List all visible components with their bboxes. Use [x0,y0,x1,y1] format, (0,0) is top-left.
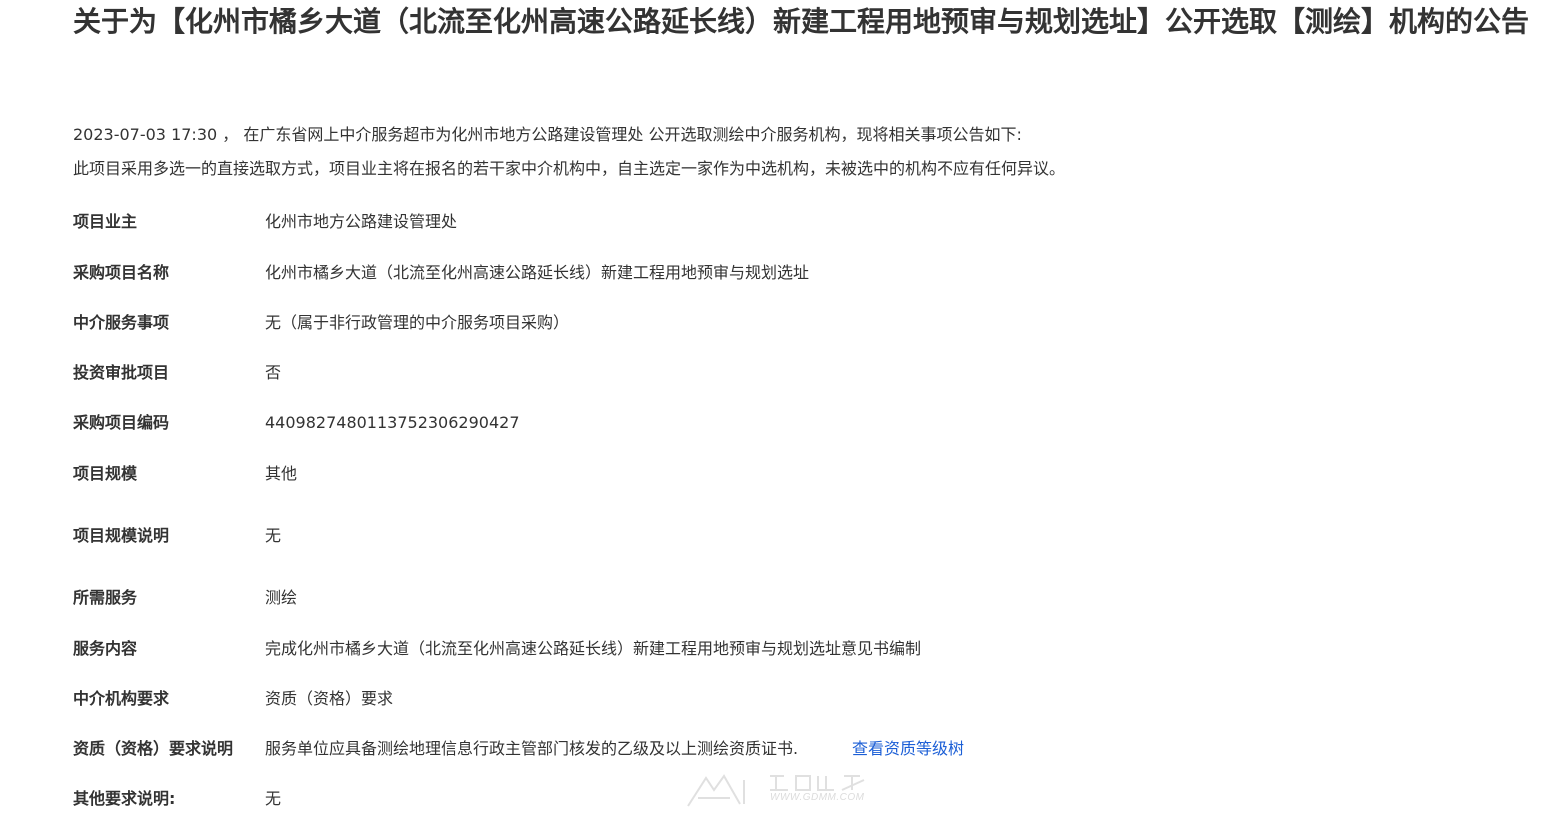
watermark-text: WWW.GDMM.COM [770,792,865,803]
detail-label: 项目业主 [73,212,138,231]
detail-value: 无（属于非行政管理的中介服务项目采购） [265,313,570,332]
detail-value: 无 [265,526,282,545]
watermark-logo-icon [687,774,865,807]
detail-label: 采购项目编码 [73,413,170,432]
detail-value: 化州市地方公路建设管理处 [265,212,458,231]
detail-value: 无 [265,789,282,808]
detail-label: 所需服务 [73,588,138,607]
detail-label: 项目规模 [73,464,138,483]
detail-label: 中介服务事项 [73,313,170,332]
intro-line-selection-method: 此项目采用多选一的直接选取方式，项目业主将在报名的若干家中介机构中，自主选定一家… [73,159,1066,178]
page-title: 关于为【化州市橘乡大道（北流至化州高速公路延长线）新建工程用地预审与规划选址】公… [73,5,1530,38]
detail-label: 采购项目名称 [73,263,170,282]
detail-value: 4409827480113752306290427 [265,413,520,432]
detail-label: 中介机构要求 [73,689,170,708]
site-watermark: WWW.GDMM.COM [684,768,884,812]
detail-value: 测绘 [265,588,298,607]
intro-line-publish-info: 2023-07-03 17:30 ， 在广东省网上中介服务超市为化州市地方公路建… [73,125,1022,144]
qualification-level-tree-link[interactable]: 查看资质等级树 [852,737,964,761]
detail-value: 服务单位应具备测绘地理信息行政主管部门核发的乙级及以上测绘资质证书. [265,739,799,758]
detail-value: 其他 [265,464,298,483]
detail-label: 服务内容 [73,639,138,658]
detail-value: 否 [265,363,282,382]
detail-value: 化州市橘乡大道（北流至化州高速公路延长线）新建工程用地预审与规划选址 [265,263,810,282]
detail-label: 项目规模说明 [73,526,170,545]
detail-value: 完成化州市橘乡大道（北流至化州高速公路延长线）新建工程用地预审与规划选址意见书编… [265,639,922,658]
detail-label: 投资审批项目 [73,363,170,382]
detail-label: 其他要求说明: [73,789,176,808]
detail-value: 资质（资格）要求 [265,689,394,708]
detail-label: 资质（资格）要求说明 [73,739,234,758]
